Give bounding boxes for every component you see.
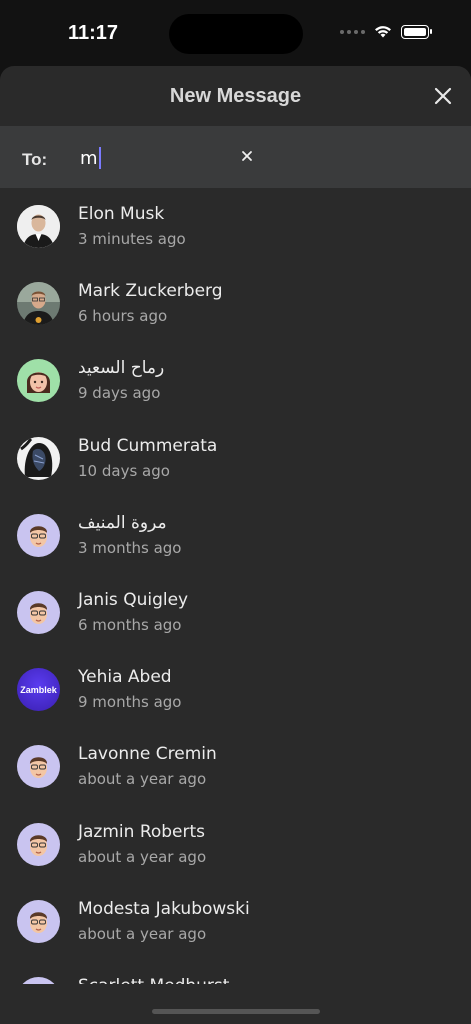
home-indicator[interactable] (152, 1009, 320, 1014)
contact-name: مروة المنيف (78, 512, 167, 533)
contact-item[interactable]: Zamblek Yehia Abed 9 months ago (0, 651, 471, 728)
zamblek-logo: Zamblek (20, 684, 57, 695)
contact-name: Mark Zuckerberg (78, 281, 223, 302)
dynamic-island (169, 14, 303, 54)
contact-time: 9 months ago (78, 693, 182, 712)
contact-item[interactable]: Jazmin Roberts about a year ago (0, 806, 471, 883)
sheet-header: New Message (0, 66, 471, 126)
status-time: 11:17 (68, 22, 119, 44)
contact-time: 9 days ago (78, 384, 161, 403)
avatar (17, 513, 60, 557)
contact-name: Yehia Abed (78, 667, 172, 688)
contact-name: Lavonne Cremin (78, 744, 217, 765)
cellular-signal-icon (340, 29, 365, 34)
contact-time: about a year ago (78, 924, 207, 943)
contact-item[interactable]: Mark Zuckerberg 6 hours ago (0, 265, 471, 342)
avatar (17, 822, 60, 866)
contact-time: 3 months ago (78, 538, 182, 557)
to-label: To: (22, 150, 48, 169)
bottom-bar (0, 984, 471, 1024)
contact-name: Janis Quigley (78, 589, 189, 610)
contact-time: about a year ago (78, 770, 207, 789)
contact-item[interactable]: Janis Quigley 6 months ago (0, 574, 471, 651)
contact-time: 3 minutes ago (78, 230, 186, 248)
close-button[interactable] (433, 86, 453, 106)
contact-list: Elon Musk 3 minutes ago Mark Zuckerberg … (0, 188, 471, 988)
avatar (17, 590, 60, 634)
avatar (17, 745, 60, 789)
battery-icon (401, 24, 432, 39)
contact-name: Bud Cummerata (78, 435, 218, 456)
contact-name: Elon Musk (78, 204, 165, 224)
contact-name: رماح السعيد (78, 358, 165, 379)
contact-name: Modesta Jakubowski (78, 898, 250, 919)
avatar (17, 359, 60, 403)
contact-item[interactable]: رماح السعيد 9 days ago (0, 342, 471, 419)
recipient-search-input[interactable]: m (80, 144, 230, 172)
avatar (17, 436, 60, 480)
avatar (17, 899, 60, 943)
contact-item[interactable]: Bud Cummerata 10 days ago (0, 420, 471, 497)
text-caret (98, 147, 101, 169)
avatar (17, 205, 60, 248)
contact-name: Jazmin Roberts (78, 821, 206, 842)
status-bar: 11:17 (0, 0, 471, 66)
avatar (17, 282, 60, 326)
wifi-icon (375, 26, 391, 38)
contact-time: about a year ago (78, 847, 207, 866)
contact-item[interactable]: Lavonne Cremin about a year ago (0, 728, 471, 805)
contact-time: 6 months ago (78, 615, 182, 634)
to-bar: To: m (0, 126, 471, 188)
contact-item[interactable]: Modesta Jakubowski about a year ago (0, 883, 471, 960)
contact-item[interactable]: Elon Musk 3 minutes ago (0, 188, 471, 265)
page-title: New Message (169, 85, 302, 107)
new-message-sheet: New Message To: m Elon Musk 3 minutes ag… (0, 66, 471, 1024)
status-icons (340, 24, 432, 39)
contact-time: 10 days ago (78, 461, 170, 480)
contact-item[interactable]: مروة المنيف 3 months ago (0, 497, 471, 574)
contact-time: 6 hours ago (78, 307, 168, 326)
clear-search-button[interactable] (240, 149, 254, 163)
avatar: Zamblek (17, 668, 60, 712)
recipient-search-value: m (80, 147, 98, 169)
